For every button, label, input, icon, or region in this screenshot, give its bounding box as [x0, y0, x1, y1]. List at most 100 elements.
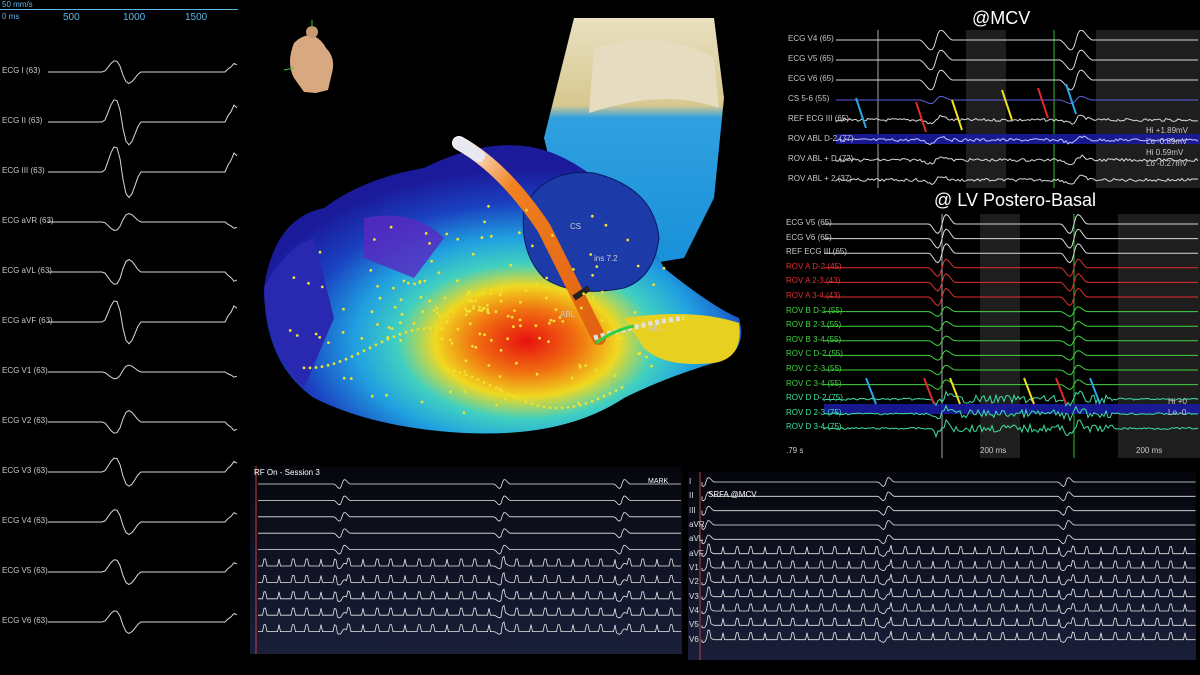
ecg-lead-trace: [48, 212, 238, 231]
voltage-map: [264, 18, 742, 434]
mcv-readout: Hi +1.89mV: [1146, 126, 1189, 135]
ecg-lead-trace: [48, 457, 238, 487]
map-point: [465, 292, 469, 296]
map-point: [318, 250, 322, 254]
map-point: [506, 314, 510, 318]
map-point: [393, 305, 397, 309]
rf-on-mark: MARK: [648, 478, 669, 485]
map-point: [413, 282, 416, 286]
map-point: [494, 310, 498, 314]
map-point: [385, 393, 388, 397]
map-point: [356, 352, 360, 356]
map-point: [596, 397, 600, 401]
strip-trace: [258, 555, 681, 570]
map-point: [519, 300, 522, 304]
map-point: [488, 383, 492, 387]
lvpb-readout: Hi +0: [1168, 397, 1187, 406]
mcv-channel-label: ECG V4 (65): [788, 34, 834, 43]
rf-on-title: RF On - Session 3: [254, 468, 320, 477]
map-point: [436, 311, 439, 315]
map-point: [349, 377, 353, 380]
map-point: [373, 238, 376, 241]
lvpb-channel-label: ROV C 3-4 (55): [786, 378, 842, 388]
map-point: [452, 310, 455, 314]
map-point: [512, 395, 516, 399]
srfa-lead-label: V5: [689, 620, 699, 630]
strip-trace: [258, 495, 681, 506]
mcv-channel-label: ROV ABL D-2 (77): [788, 134, 854, 143]
strip-trace: [701, 615, 1196, 629]
map-point: [572, 405, 576, 408]
map-point: [368, 346, 372, 350]
map-point: [416, 327, 420, 331]
lvpb-channel-label: ROV C 2-3 (55): [786, 364, 842, 373]
anatomic-map-panel: CS ins 7.2 ABL ABL: [244, 18, 772, 446]
map-point: [456, 279, 459, 283]
map-point: [487, 364, 491, 367]
lvpb-channel-label: ROV A 3-4 (43): [786, 291, 841, 300]
lvpb-channel-label: ROV C D-2 (55): [786, 349, 843, 359]
map-point: [468, 299, 471, 302]
map-point: [362, 349, 366, 353]
map-point: [600, 290, 604, 294]
map-point: [422, 327, 426, 330]
map-point: [474, 345, 478, 349]
map-point: [620, 386, 624, 389]
map-point: [545, 296, 548, 300]
map-point: [591, 273, 594, 277]
map-point: [399, 339, 403, 342]
strip-trace: [701, 543, 1196, 557]
map-point: [436, 344, 439, 348]
ecg-lead-trace: [48, 410, 238, 434]
map-point: [338, 360, 342, 363]
ecg-lead-trace: [48, 509, 238, 536]
lvpb-scale-1: 200 ms: [980, 446, 1007, 455]
ecg-lead-label: ECG aVR (63): [2, 216, 54, 225]
map-point: [478, 305, 481, 309]
map-point: [645, 355, 648, 359]
map-point: [342, 376, 346, 380]
map-point: [471, 344, 474, 348]
map-point: [464, 313, 468, 317]
srfa-lead-label: III: [689, 505, 696, 515]
map-point: [486, 304, 489, 307]
map-point: [633, 311, 637, 314]
srfa-panel: SRFA @MCV I II III aVR aVL aVF V1 V2 V3 V4 V5 V6: [688, 472, 1196, 660]
map-point: [428, 326, 432, 330]
map-point: [482, 306, 486, 310]
ecg-lead-label: ECG V3 (63): [2, 466, 48, 475]
mcv-title: @MCV: [972, 8, 1031, 28]
map-point: [386, 337, 390, 341]
map-point: [445, 232, 449, 236]
map-point: [478, 332, 482, 336]
ecg-lead-label: ECG aVF (63): [2, 316, 53, 325]
map-point: [498, 387, 502, 391]
map-point: [636, 264, 640, 268]
map-point: [620, 336, 624, 340]
map-point: [524, 289, 528, 292]
map-point: [499, 289, 503, 293]
annotation-arrow: [951, 99, 963, 131]
map-point: [594, 368, 598, 372]
map-point: [369, 269, 373, 272]
map-point: [428, 242, 431, 245]
map-point: [499, 299, 503, 303]
rf-on-traces: [255, 466, 681, 654]
map-point: [458, 371, 462, 374]
ecg-lead-trace: [48, 300, 238, 345]
map-point: [495, 403, 498, 407]
annotation-arrow: [915, 101, 927, 133]
map-point: [462, 411, 466, 414]
map-point: [509, 263, 513, 267]
map-point: [470, 375, 474, 379]
map-point: [506, 337, 510, 341]
map-point: [307, 281, 310, 285]
mcv-channel-label: ROV ABL + 2 (37): [788, 174, 852, 183]
map-point: [432, 309, 436, 312]
ecg-12-lead-panel: 50 mm/s 0 ms 500 1000 1500 ECG I (63) ECG…: [0, 0, 238, 675]
map-point: [638, 351, 642, 355]
map-point: [421, 310, 424, 314]
lvpb-channel-label: ROV A D-2 (45): [786, 261, 842, 271]
mcv-channel-label: ECG V5 (65): [788, 54, 834, 63]
map-point: [418, 281, 422, 284]
